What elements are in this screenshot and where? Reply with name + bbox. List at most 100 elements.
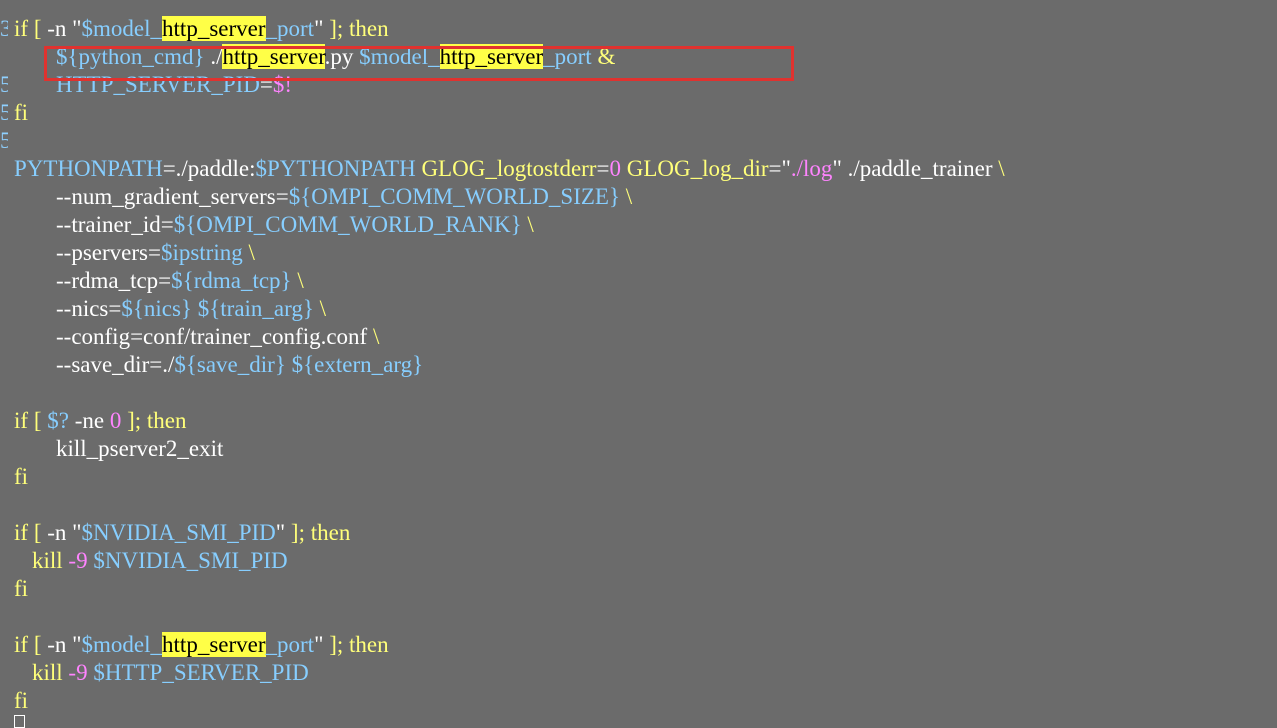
line-gutter: 5 xyxy=(0,72,8,97)
code-token: $NVIDIA_SMI_PID xyxy=(93,548,288,573)
code-token: ]; then xyxy=(323,16,389,41)
code-token: fi xyxy=(14,100,29,125)
code-line[interactable]: if [ -n "$NVIDIA_SMI_PID" ]; then xyxy=(0,519,1005,547)
text-cursor xyxy=(14,715,25,728)
code-line[interactable]: kill_pserver2_exit xyxy=(0,435,1005,463)
code-token: $model_ xyxy=(359,44,440,69)
code-line[interactable]: fi xyxy=(0,463,1005,491)
code-token: & xyxy=(591,44,616,69)
code-token: \ xyxy=(313,296,327,321)
code-token: PYTHONPATH xyxy=(14,156,163,181)
line-gutter: 5 xyxy=(0,128,8,153)
code-token: if xyxy=(14,16,29,41)
code-line[interactable]: fi xyxy=(0,687,1005,715)
search-match-highlight: http_server xyxy=(162,632,266,657)
code-line[interactable]: --num_gradient_servers=${OMPI_COMM_WORLD… xyxy=(0,183,1005,211)
code-token: _port xyxy=(543,44,592,69)
code-token: HTTP_SERVER_PID xyxy=(56,72,260,97)
code-token: -9 xyxy=(68,660,88,685)
code-line[interactable]: PYTHONPATH=./paddle:$PYTHONPATH GLOG_log… xyxy=(0,155,1005,183)
code-token: --nics= xyxy=(56,296,122,321)
code-token: " xyxy=(66,16,82,41)
code-token: ]; then xyxy=(121,408,187,433)
code-token: if xyxy=(14,520,29,545)
code-token: if xyxy=(14,408,29,433)
code-token: $model_ xyxy=(81,16,163,41)
code-token: kill xyxy=(32,660,63,685)
code-token: kill_pserver2_exit xyxy=(56,436,224,461)
code-token: ./ xyxy=(204,44,223,69)
code-token: [ xyxy=(28,408,48,433)
line-gutter: 3 xyxy=(0,16,8,41)
code-line[interactable]: 5 xyxy=(0,127,1005,155)
code-token: $model_ xyxy=(81,632,163,657)
code-token: =./paddle: xyxy=(162,156,256,181)
code-line[interactable] xyxy=(0,491,1005,519)
code-token: " ./paddle_trainer xyxy=(832,156,999,181)
code-token: [ xyxy=(28,632,48,657)
code-token: $! xyxy=(272,72,293,97)
code-token: ${python_cmd} xyxy=(56,44,205,69)
line-gutter: 5 xyxy=(0,100,8,125)
code-token: fi xyxy=(14,688,29,713)
code-token: " xyxy=(66,520,82,545)
code-token: \ xyxy=(242,240,255,265)
code-token: ${OMPI_COMM_WORLD_SIZE} xyxy=(288,184,620,209)
search-match-highlight: http_server xyxy=(439,44,544,69)
code-token: \ xyxy=(521,212,534,237)
code-line[interactable]: --rdma_tcp=${rdma_tcp} \ xyxy=(0,267,1005,295)
code-token: .py xyxy=(324,44,360,69)
code-token: --rdma_tcp= xyxy=(56,268,172,293)
code-token: ${save_dir} xyxy=(174,352,286,377)
terminal-editor[interactable]: 3 if [ -n "$model_http_server_port" ]; th… xyxy=(0,0,1277,728)
code-token: --config=conf/trainer_config.conf xyxy=(56,324,368,349)
code-line[interactable]: --nics=${nics} ${train_arg} \ xyxy=(0,295,1005,323)
code-token: ${OMPI_COMM_WORLD_RANK} xyxy=(173,212,522,237)
code-token: ${extern_arg} xyxy=(291,352,424,377)
code-token: GLOG_logtostderr xyxy=(415,156,597,181)
code-line[interactable] xyxy=(0,379,1005,407)
code-line[interactable]: ${python_cmd} ./http_server.py $model_ht… xyxy=(0,43,1005,71)
code-line[interactable]: kill -9 $NVIDIA_SMI_PID xyxy=(0,547,1005,575)
code-token: -n xyxy=(47,520,67,545)
code-token: _port xyxy=(265,632,315,657)
code-line[interactable]: --trainer_id=${OMPI_COMM_WORLD_RANK} \ xyxy=(0,211,1005,239)
code-token: 0 xyxy=(109,408,122,433)
code-token: " xyxy=(275,520,286,545)
code-token: fi xyxy=(14,464,29,489)
code-token: GLOG_log_dir xyxy=(620,156,769,181)
code-token: $PYTHONPATH xyxy=(255,156,416,181)
code-token: \ xyxy=(291,268,304,293)
code-line[interactable]: --config=conf/trainer_config.conf \ xyxy=(0,323,1005,351)
code-line[interactable]: 5 fi xyxy=(0,99,1005,127)
code-token: $? xyxy=(47,408,69,433)
code-line[interactable]: kill -9 $HTTP_SERVER_PID xyxy=(0,659,1005,687)
code-token: 0 xyxy=(609,156,621,181)
code-token: ${train_arg} xyxy=(197,296,314,321)
code-line[interactable]: 3 if [ -n "$model_http_server_port" ]; th… xyxy=(0,15,1005,43)
code-token: = xyxy=(596,156,610,181)
code-token: --save_dir=./ xyxy=(56,352,175,377)
code-line[interactable]: 5 HTTP_SERVER_PID=$! xyxy=(0,71,1005,99)
code-token: ]; then xyxy=(323,632,389,657)
code-token: ./log xyxy=(790,156,833,181)
code-token: [ xyxy=(28,520,48,545)
code-line[interactable]: if [ $? -ne 0 ]; then xyxy=(0,407,1005,435)
code-line[interactable]: --save_dir=./${save_dir} ${extern_arg} xyxy=(0,351,1005,379)
code-token: \ xyxy=(998,156,1005,181)
code-token: ${nics} xyxy=(121,296,192,321)
code-line[interactable] xyxy=(0,603,1005,631)
code-token: \ xyxy=(620,184,633,209)
search-match-highlight: http_server xyxy=(222,44,325,69)
code-token: --trainer_id= xyxy=(56,212,174,237)
code-line[interactable]: --pservers=$ipstring \ xyxy=(0,239,1005,267)
code-token: $ipstring xyxy=(160,240,243,265)
code-line[interactable]: if [ -n "$model_http_server_port" ]; the… xyxy=(0,631,1005,659)
code-token: -9 xyxy=(68,548,88,573)
code-token: ${rdma_tcp} xyxy=(171,268,292,293)
search-match-highlight: http_server xyxy=(162,16,266,41)
code-token: --num_gradient_servers= xyxy=(56,184,289,209)
code-token: = xyxy=(259,72,273,97)
code-area[interactable]: 3 if [ -n "$model_http_server_port" ]; th… xyxy=(0,15,1005,715)
code-line[interactable]: fi xyxy=(0,575,1005,603)
